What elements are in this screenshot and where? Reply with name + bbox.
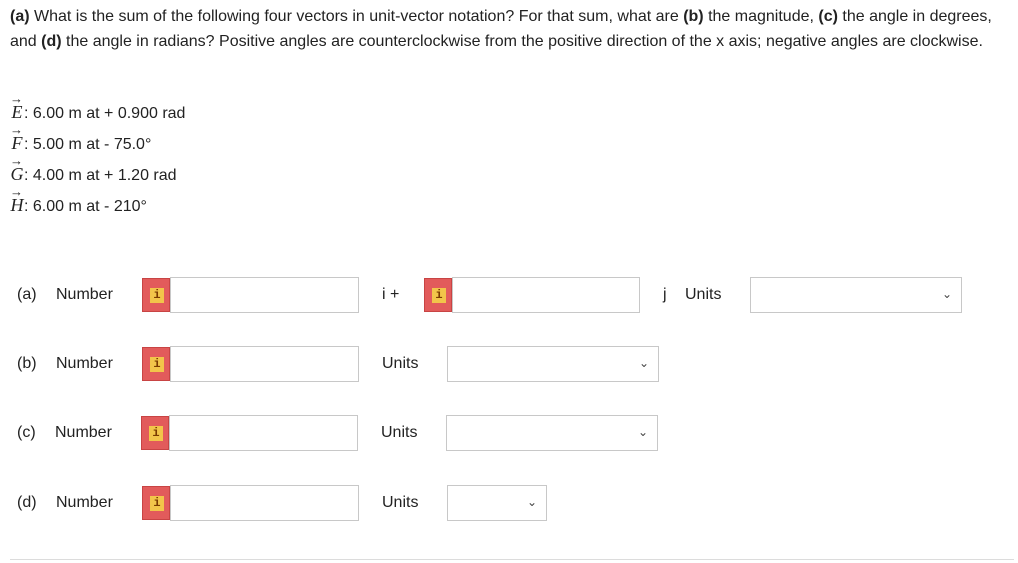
units-label: Units <box>382 355 419 372</box>
vector-text: : 6.00 m at + 0.900 rad <box>24 105 186 122</box>
part-label: (b) <box>17 355 37 372</box>
vector-symbol: → G <box>10 153 24 184</box>
units-label: Units <box>381 424 418 441</box>
chevron-down-icon: ⌄ <box>526 495 537 509</box>
number-label: Number <box>56 355 113 372</box>
answer-a-i-input[interactable] <box>170 277 359 313</box>
info-icon[interactable]: i <box>142 347 170 381</box>
vector-g: → G: 4.00 m at + 1.20 rad <box>10 153 185 185</box>
units-select-d[interactable]: ⌄ <box>447 485 547 521</box>
part-b-label: (b) <box>683 8 704 25</box>
part-a-label: (a) <box>10 8 30 25</box>
answer-row-d: (d) Number i Units ⌄ <box>0 485 1018 521</box>
part-label: (d) <box>17 494 37 511</box>
vector-text: : 6.00 m at - 210° <box>24 198 147 215</box>
answer-d-input[interactable] <box>170 485 359 521</box>
vector-arrow-icon: → <box>10 91 23 106</box>
part-d-label: (d) <box>41 33 62 50</box>
part-label: (a) <box>17 286 37 303</box>
units-label: Units <box>685 286 722 303</box>
chevron-down-icon: ⌄ <box>638 356 649 370</box>
vector-h: → H: 6.00 m at - 210° <box>10 184 185 216</box>
vector-f: → F: 5.00 m at - 75.0° <box>10 122 185 154</box>
info-icon[interactable]: i <box>141 416 169 450</box>
question-text: (a) What is the sum of the following fou… <box>10 4 1010 54</box>
number-label: Number <box>56 494 113 511</box>
part-a-text: What is the sum of the following four ve… <box>29 8 684 25</box>
part-b-text: the magnitude, <box>703 8 819 25</box>
j-label: j <box>663 286 667 303</box>
vector-arrow-icon: → <box>10 184 23 199</box>
info-icon[interactable]: i <box>142 486 170 520</box>
units-select-c[interactable]: ⌄ <box>446 415 658 451</box>
answer-b-input[interactable] <box>170 346 359 382</box>
answer-c-input[interactable] <box>169 415 358 451</box>
chevron-down-icon: ⌄ <box>941 287 952 301</box>
chevron-down-icon: ⌄ <box>637 425 648 439</box>
number-label: Number <box>55 424 112 441</box>
divider <box>10 559 1014 560</box>
part-d-text: the angle in radians? Positive angles ar… <box>61 33 983 50</box>
vector-symbol: → H <box>10 184 24 215</box>
vector-arrow-icon: → <box>10 153 23 168</box>
vector-arrow-icon: → <box>10 122 23 137</box>
info-icon[interactable]: i <box>142 278 170 312</box>
answer-row-c: (c) Number i Units ⌄ <box>0 415 1018 451</box>
part-label: (c) <box>17 424 36 441</box>
i-plus-label: i + <box>382 286 400 303</box>
units-select-b[interactable]: ⌄ <box>447 346 659 382</box>
units-label: Units <box>382 494 419 511</box>
vector-text: : 5.00 m at - 75.0° <box>24 136 152 153</box>
answer-a-j-input[interactable] <box>452 277 640 313</box>
number-label: Number <box>56 286 113 303</box>
vector-e: → E: 6.00 m at + 0.900 rad <box>10 91 186 123</box>
vector-symbol: → F <box>10 122 23 153</box>
info-icon[interactable]: i <box>424 278 452 312</box>
part-c-label: (c) <box>818 8 838 25</box>
answer-row-b: (b) Number i Units ⌄ <box>0 346 1018 382</box>
answer-row-a: (a) Number i i + i j Units ⌄ <box>0 277 1018 313</box>
vector-list: → E: 6.00 m at + 0.900 rad → F: 5.00 m at … <box>10 91 186 216</box>
units-select-a[interactable]: ⌄ <box>750 277 962 313</box>
vector-text: : 4.00 m at + 1.20 rad <box>24 167 177 184</box>
vector-symbol: → E <box>10 91 23 122</box>
